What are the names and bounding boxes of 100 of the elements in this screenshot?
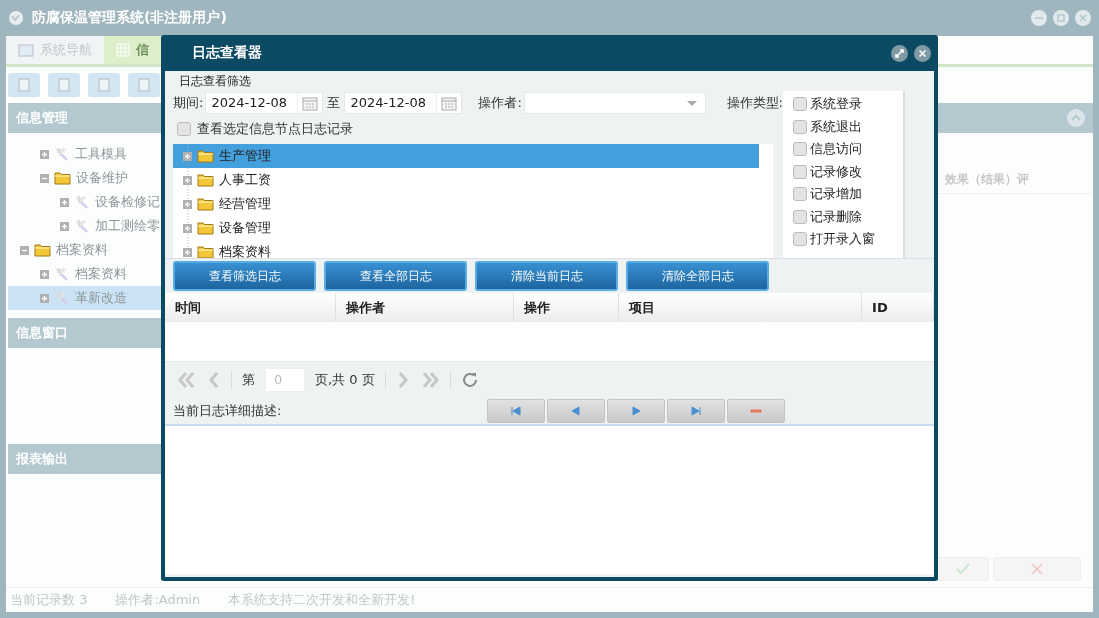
checkbox[interactable] (793, 119, 807, 134)
app-logo-icon (8, 10, 24, 26)
tree-item[interactable]: 档案资料 (8, 238, 163, 262)
tree-item[interactable]: 生产管理 (173, 144, 759, 168)
minimize-icon[interactable] (1031, 10, 1047, 26)
checkbox-label: 记录修改 (810, 162, 862, 181)
expand-icon[interactable] (183, 151, 192, 161)
checkbox[interactable] (793, 232, 807, 247)
operator-dropdown[interactable] (523, 92, 706, 114)
collapse-icon[interactable] (40, 173, 49, 183)
action-button[interactable]: 查看筛选日志 (173, 261, 316, 291)
field-label: 期间: (173, 94, 204, 112)
folder-icon (197, 149, 214, 163)
action-button[interactable]: 查看全部日志 (324, 261, 467, 291)
refresh-icon[interactable] (460, 371, 479, 389)
folder-icon (54, 171, 71, 185)
tools-icon (54, 290, 70, 306)
expand-icon[interactable] (40, 149, 49, 159)
checkbox[interactable] (793, 97, 807, 112)
first-page-icon[interactable] (177, 371, 197, 389)
calendar-icon[interactable] (441, 95, 458, 111)
tools-icon (74, 218, 90, 234)
toolbar-button[interactable] (88, 73, 120, 97)
check-icon (956, 563, 970, 575)
checkbox-label: 查看选定信息节点日志记录 (197, 120, 353, 138)
record-nav-button[interactable] (607, 399, 666, 423)
field-label: 操作者: (478, 94, 522, 112)
previous-page-icon[interactable] (207, 371, 221, 389)
tree-item[interactable]: 经营管理 (173, 192, 759, 216)
tools-icon (54, 266, 70, 282)
detail-label: 当前日志详细描述: (173, 402, 282, 420)
expand-icon[interactable] (40, 269, 49, 279)
checkbox[interactable] (793, 187, 807, 202)
action-button[interactable]: 清除全部日志 (626, 261, 769, 291)
record-nav-button[interactable] (727, 399, 786, 423)
checkbox-label: 信息访问 (810, 140, 862, 159)
document-icon (136, 77, 152, 93)
tree-item[interactable]: 加工测绘零 (8, 214, 163, 238)
folder-icon (34, 243, 51, 257)
tree-item[interactable]: 设备管理 (173, 216, 759, 240)
expand-icon[interactable] (183, 247, 192, 257)
document-icon (56, 77, 72, 93)
confirm-button[interactable] (937, 557, 989, 581)
folder-icon (197, 245, 214, 258)
checkbox-label: 打开录入窗 (810, 230, 875, 249)
collapse-icon[interactable] (20, 245, 29, 255)
maximize-icon[interactable] (891, 44, 908, 62)
section-title: 日志查看筛选 (178, 73, 252, 89)
tree-item[interactable]: 工具模具 (8, 142, 163, 166)
expand-icon[interactable] (183, 175, 192, 185)
close-icon[interactable] (914, 44, 931, 62)
tools-icon (54, 146, 70, 162)
record-nav-button[interactable] (487, 399, 546, 423)
cancel-button[interactable] (993, 557, 1081, 581)
pager-label: 页,共 0 页 (315, 371, 375, 389)
tree-item[interactable]: 设备维护 (8, 166, 163, 190)
document-icon (16, 77, 32, 93)
tree-item[interactable]: 革新改造 (8, 286, 163, 310)
tree-item[interactable]: 档案资料 (173, 240, 759, 258)
toolbar-button[interactable] (48, 73, 80, 97)
expand-icon[interactable] (183, 199, 192, 209)
window-title: 防腐保温管理系统(非注册用户) (32, 9, 227, 27)
checkbox[interactable] (793, 209, 807, 224)
tree-item[interactable]: 人事工资 (173, 168, 759, 192)
checkbox-label: 系统退出 (810, 117, 862, 136)
record-nav-button[interactable] (667, 399, 726, 423)
checkbox-label: 系统登录 (810, 95, 862, 114)
expand-icon[interactable] (60, 197, 69, 207)
tree-item[interactable]: 档案资料 (8, 262, 163, 286)
checkbox[interactable] (793, 164, 807, 179)
date-field[interactable]: 2024-12-08 (344, 92, 463, 114)
action-button[interactable]: 清除当前日志 (475, 261, 618, 291)
restore-icon[interactable] (1053, 10, 1069, 26)
grid-icon (116, 43, 130, 57)
calendar-icon[interactable] (302, 95, 319, 111)
checkbox[interactable] (177, 122, 191, 136)
field-label: 至 (327, 94, 341, 112)
toolbar-button[interactable] (128, 73, 160, 97)
status-text: 当前记录数 3 (10, 591, 88, 609)
dropdown-arrow-icon (686, 100, 697, 106)
tab[interactable]: 信 (104, 36, 161, 64)
field-label: 操作类型: (726, 94, 783, 112)
dialog-title: 日志查看器 (192, 44, 262, 62)
document-icon (96, 77, 112, 93)
folder-icon (197, 173, 214, 187)
tree-item[interactable]: 设备检修记 (8, 190, 163, 214)
expand-icon[interactable] (40, 293, 49, 303)
checkbox-label: 记录增加 (810, 185, 862, 204)
checkbox[interactable] (793, 142, 807, 157)
window-icon (18, 43, 34, 57)
expand-icon[interactable] (183, 223, 192, 233)
pager-label: 第 (242, 371, 255, 389)
checkbox-label: 记录删除 (810, 207, 862, 226)
toolbar-button[interactable] (8, 73, 40, 97)
collapse-icon[interactable] (1067, 109, 1085, 127)
record-nav-button[interactable] (547, 399, 606, 423)
date-field[interactable]: 2024-12-08 (205, 92, 324, 114)
tools-icon (74, 194, 90, 210)
expand-icon[interactable] (60, 221, 69, 231)
folder-icon (197, 197, 214, 211)
